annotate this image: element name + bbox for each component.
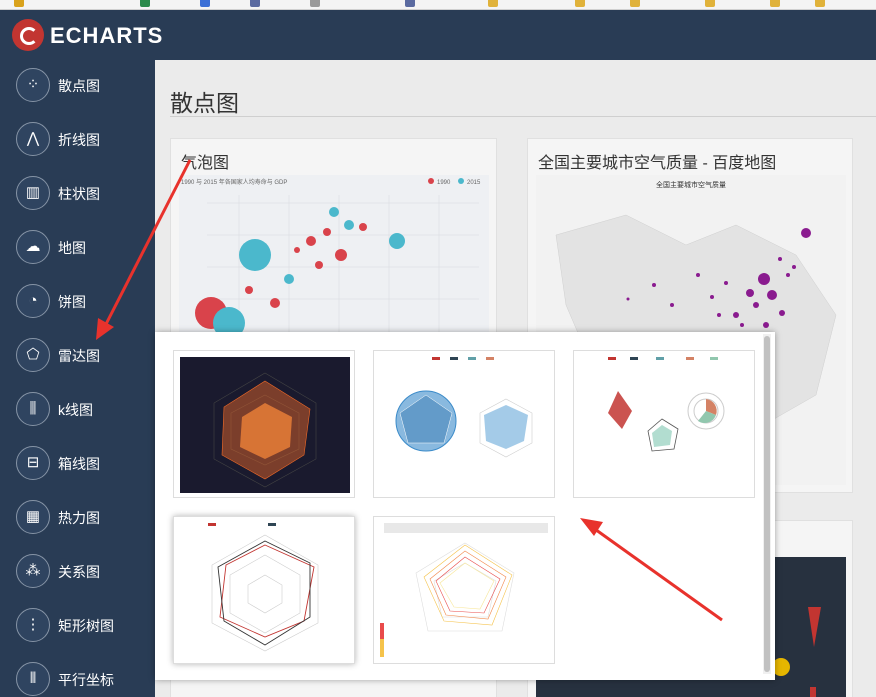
legend-swatches: [432, 357, 494, 360]
sidebar-item-bar[interactable]: ▥ 柱状图: [0, 168, 155, 222]
sidebar-item-candlestick[interactable]: ⫼ k线图: [0, 384, 155, 438]
radar-budget-svg: [208, 523, 319, 652]
thumbnail-radar-custom[interactable]: [373, 516, 555, 664]
logo-text[interactable]: ECHARTS: [50, 23, 163, 49]
sidebar-item-label: 柱状图: [58, 186, 100, 202]
radar-icon: ⬠: [16, 338, 50, 372]
bubble-chart-caption: 1990 与 2015 年各国家人均寿命与 GDP: [181, 178, 287, 186]
sidebar-item-label: 箱线图: [58, 456, 100, 472]
map-caption: 全国主要城市空气质量: [656, 180, 726, 189]
radar-dark-svg: [180, 357, 350, 493]
line-chart-icon: ⋀: [16, 122, 50, 156]
sidebar-item-label: 饼图: [58, 294, 86, 310]
sidebar-item-label: 雷达图: [58, 348, 100, 364]
thumbnail-radar-budget[interactable]: [173, 516, 355, 664]
radar-examples-popup: [155, 332, 775, 680]
treemap-icon: ⋮: [16, 608, 50, 642]
graph-icon: ⁂: [16, 554, 50, 588]
boxplot-icon: ⊟: [16, 446, 50, 480]
thumbnail-radar-dark[interactable]: [173, 350, 355, 498]
sidebar-item-scatter[interactable]: ⁘ 散点图: [0, 60, 155, 114]
legend-label: 1990: [437, 180, 451, 186]
legend-swatches: [384, 523, 548, 533]
candlestick-icon: ⫼: [16, 392, 50, 426]
sidebar-item-radar[interactable]: ⬠ 雷达图: [0, 330, 155, 384]
sidebar-item-map[interactable]: ☁ 地图: [0, 222, 155, 276]
radar-aqi-svg: [608, 357, 725, 452]
thumbnail-radar-aqi[interactable]: [573, 350, 755, 498]
echarts-logo-icon[interactable]: [12, 19, 44, 51]
sidebar-item-label: k线图: [58, 402, 93, 418]
sidebar-item-treemap[interactable]: ⋮ 矩形树图: [0, 600, 155, 654]
sidebar-item-label: 矩形树图: [58, 618, 114, 634]
legend-label: 2015: [467, 180, 481, 186]
radar-custom-svg: [380, 523, 548, 657]
heatmap-icon: ▦: [16, 500, 50, 534]
sidebar-item-label: 平行坐标: [58, 672, 114, 688]
sidebar-item-parallel[interactable]: ⫴ 平行坐标: [0, 654, 155, 697]
sidebar-item-label: 折线图: [58, 132, 100, 148]
sidebar-item-label: 地图: [58, 240, 86, 256]
sidebar-item-heatmap[interactable]: ▦ 热力图: [0, 492, 155, 546]
top-header: ECHARTS: [0, 10, 876, 60]
sidebar-item-pie[interactable]: ◔ 饼图: [0, 276, 155, 330]
sidebar-item-label: 关系图: [58, 564, 100, 580]
bookmarks-bar: [0, 0, 876, 10]
popup-scrollbar-thumb[interactable]: [764, 336, 770, 672]
card-title: 气泡图: [181, 155, 230, 172]
pie-chart-icon: ◔: [16, 284, 50, 318]
bubble-points: [195, 207, 405, 339]
sidebar-item-graph[interactable]: ⁂ 关系图: [0, 546, 155, 600]
legend-dot: [458, 178, 464, 184]
page-title: 散点图: [170, 90, 239, 116]
parallel-icon: ⫴: [16, 662, 50, 696]
bar-chart-icon: ▥: [16, 176, 50, 210]
title-divider: [170, 116, 876, 117]
sidebar-item-label: 热力图: [58, 510, 100, 526]
scatter-icon: ⁘: [16, 68, 50, 102]
sidebar-item-boxplot[interactable]: ⊟ 箱线图: [0, 438, 155, 492]
sidebar-item-line[interactable]: ⋀ 折线图: [0, 114, 155, 168]
radar-multiple-svg: [395, 357, 533, 458]
legend-swatches: [608, 357, 718, 360]
map-icon: ☁: [16, 230, 50, 264]
sidebar-item-label: 散点图: [58, 78, 100, 94]
sidebar: ⁘ 散点图 ⋀ 折线图 ▥ 柱状图 ☁ 地图 ◔ 饼图 ⬠ 雷达图 ⫼ k线图 …: [0, 60, 155, 697]
thumbnail-radar-multiple[interactable]: [373, 350, 555, 498]
card-title: 全国主要城市空气质量 - 百度地图: [538, 155, 777, 172]
legend-dot: [428, 178, 434, 184]
popup-scrollbar[interactable]: [763, 334, 771, 674]
